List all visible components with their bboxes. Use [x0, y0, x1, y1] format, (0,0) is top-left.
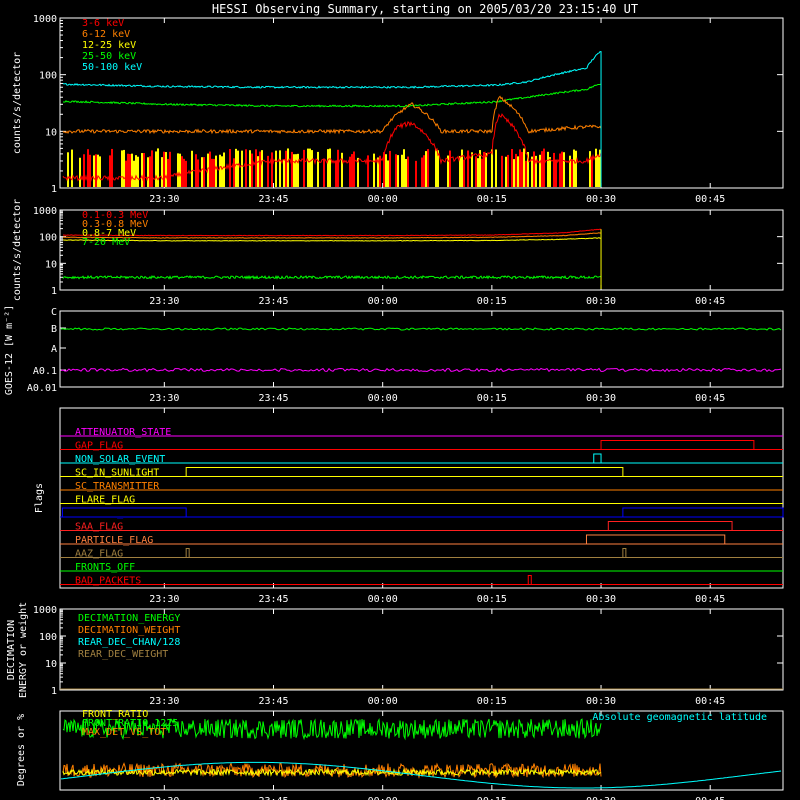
panel-5-ytick-label: 10: [45, 659, 57, 670]
flag-interval: [61, 507, 187, 518]
panel-2-xtick-label: 00:45: [695, 296, 725, 307]
panel-2-ylabel: counts/s/detector: [12, 199, 23, 301]
panel-5-ytick-label: 1000: [33, 605, 57, 616]
panel-5-legend-item: DECIMATION_ENERGY: [78, 613, 180, 624]
panel-3-ylabel: GOES-12 [W m⁻²]: [4, 305, 15, 395]
flag-interval: [185, 548, 190, 558]
panel-5-ylabel-2: ENERGY or weight: [18, 602, 29, 698]
panel-2-ytick-label: 100: [39, 233, 57, 244]
panel-5-xtick-label: 00:45: [695, 696, 725, 707]
panel-5-legend-item: REAR_DEC_WEIGHT: [78, 649, 168, 660]
panel-2-xtick-label: 23:45: [258, 296, 288, 307]
panel-4-xtick-label: 00:30: [586, 594, 616, 605]
panel-3-xtick-label: 00:45: [695, 393, 725, 404]
panel-1-xtick-label: 00:45: [695, 194, 725, 205]
panel-4-ylabel: Flags: [34, 483, 45, 513]
flag-interval: [607, 521, 733, 531]
panel-5-ytick-label: 100: [39, 632, 57, 643]
panel-5-legend-item: DECIMATION_WEIGHT: [78, 625, 180, 636]
panel-5-ylabel-1: DECIMATION: [6, 620, 17, 680]
panel-2-legend-item: 7-20 MeV: [82, 237, 130, 248]
panel-2-xtick-label: 00:30: [586, 296, 616, 307]
flag-interval: [622, 548, 627, 558]
panel-6-xtick-label: 23:45: [258, 796, 288, 800]
panel-1-legend-item: 3-6 keV: [82, 18, 124, 29]
panel-3-xtick-label: 00:30: [586, 393, 616, 404]
flag-interval: [527, 575, 532, 585]
panel-2-xtick-label: 23:30: [149, 296, 179, 307]
panel-6-ylabel: Degrees or %: [16, 714, 27, 786]
panel-2-xtick-label: 00:00: [368, 296, 398, 307]
panel-1-ylabel: counts/s/detector: [12, 52, 23, 154]
panel-6-xtick-label: 00:30: [586, 796, 616, 800]
flag-interval: [585, 534, 726, 545]
series-0-1-0-3-mev: [62, 228, 602, 237]
panel-6-xtick-label: 00:45: [695, 796, 725, 800]
panel-3-ytick-label: A0.1: [33, 366, 57, 377]
panel-3-frame: [59, 310, 784, 388]
panel-4-xtick-label: 00:45: [695, 594, 725, 605]
panel-2-ytick-label: 1: [51, 286, 57, 297]
flag-interval: [622, 507, 784, 518]
chart-title: HESSI Observing Summary, starting on 200…: [212, 2, 638, 16]
panel-1-ytick-label: 10: [45, 127, 57, 138]
panel-1-ytick-label: 1000: [33, 14, 57, 25]
panel-5-xtick-label: 00:30: [586, 696, 616, 707]
panel-3-xtick-label: 23:45: [258, 393, 288, 404]
panel-4-xtick-label: 23:45: [258, 594, 288, 605]
flag-interval: [600, 440, 755, 450]
series-50-100-kev: [62, 51, 602, 89]
hessi-summary-chart: HESSI Observing Summary, starting on 200…: [4, 2, 784, 800]
panel-6-annotation: Absolute geomagnetic latitude: [592, 712, 767, 723]
panel-4-xtick-label: 00:15: [477, 594, 507, 605]
panel-5-xtick-label: 00:15: [477, 696, 507, 707]
goes-short-line: [60, 367, 782, 373]
goes-long-line: [60, 327, 782, 331]
panel-6-xtick-label: 00:15: [477, 796, 507, 800]
flag-interval: [185, 467, 624, 477]
panel-3-ytick-label: C: [51, 307, 57, 318]
panel-6-legend-item: MAX_DET_VS_TOT: [82, 727, 166, 738]
panel-5-xtick-label: 00:00: [368, 696, 398, 707]
panel-5-xtick-label: 23:30: [149, 696, 179, 707]
panel-1-xtick-label: 23:45: [258, 194, 288, 205]
panel-3-ytick-label: A0.01: [27, 383, 57, 394]
panel-5-xtick-label: 23:45: [258, 696, 288, 707]
panel-1-xtick-label: 00:00: [368, 194, 398, 205]
panel-1-ytick-label: 100: [39, 71, 57, 82]
panel-5-legend-item: REAR_DEC_CHAN/128: [78, 637, 180, 648]
panel-1-xtick-label: 23:30: [149, 194, 179, 205]
panel-1-legend-item: 25-50 keV: [82, 51, 136, 62]
panel-1-legend-item: 50-100 keV: [82, 62, 142, 73]
panel-1-legend-item: 6-12 keV: [82, 29, 130, 40]
panel-6-xtick-label: 23:30: [149, 796, 179, 800]
series-6-12-kev: [62, 95, 602, 135]
panel-2-xtick-label: 00:15: [477, 296, 507, 307]
panel-4-xtick-label: 00:00: [368, 594, 398, 605]
panel-2-ytick-label: 10: [45, 259, 57, 270]
panel-1-legend-item: 12-25 keV: [82, 40, 136, 51]
panel-3-xtick-label: 00:00: [368, 393, 398, 404]
panel-5-ytick-label: 1: [51, 686, 57, 697]
panel-2-ytick-label: 1000: [33, 206, 57, 217]
panel-1-xtick-label: 00:15: [477, 194, 507, 205]
panel-1-xtick-label: 00:30: [586, 194, 616, 205]
series-7-20-mev: [62, 274, 602, 280]
panel-3-xtick-label: 23:30: [149, 393, 179, 404]
panel-1-ytick-label: 1: [51, 184, 57, 195]
flag-interval: [593, 453, 602, 464]
panel-6-xtick-label: 00:00: [368, 796, 398, 800]
panel-3-xtick-label: 00:15: [477, 393, 507, 404]
panel-3-ytick-label: B: [51, 324, 57, 335]
panel-4-xtick-label: 23:30: [149, 594, 179, 605]
panel-3-ytick-label: A: [51, 344, 57, 355]
